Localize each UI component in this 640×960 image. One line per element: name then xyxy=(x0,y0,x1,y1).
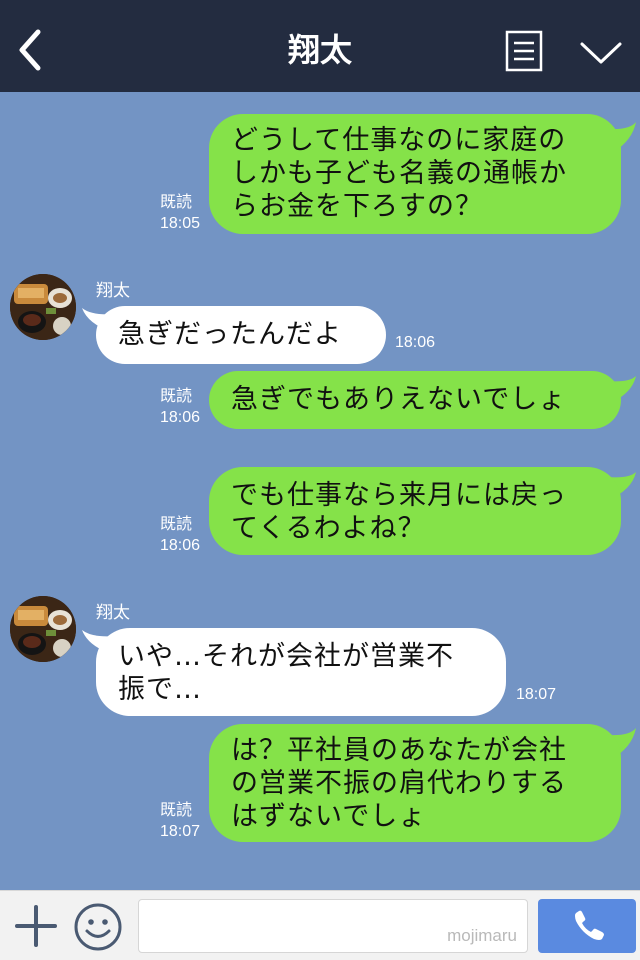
message-time: 18:06 xyxy=(160,537,201,554)
call-button[interactable] xyxy=(538,899,636,953)
message-line: は？平社員のあなたが会社 xyxy=(231,735,567,766)
their-message-bubble[interactable]: 急ぎだったんだよ xyxy=(96,306,386,364)
message-meta: 既読 18:07 xyxy=(160,800,200,842)
food-photo-icon xyxy=(10,274,76,340)
collapse-button[interactable] xyxy=(578,34,624,70)
chat-header: 翔太 xyxy=(0,0,640,92)
sender-name: 翔太 xyxy=(96,281,130,301)
message-time: 18:07 xyxy=(160,823,201,840)
my-message-bubble[interactable]: でも仕事なら来月には戻っ てくるわよね？ xyxy=(209,467,621,555)
message-meta: 既読 18:05 xyxy=(160,192,200,234)
message-input-bar: mojimaru xyxy=(0,890,640,960)
chat-title: 翔太 xyxy=(287,31,352,69)
avatar[interactable] xyxy=(10,274,76,340)
message-line: しかも子ども名義の通帳か xyxy=(231,158,567,189)
read-receipt: 既読 xyxy=(160,802,193,819)
avatar[interactable] xyxy=(10,596,76,662)
message-line: はずないでしょ xyxy=(231,801,427,832)
chat-area[interactable]: 既読 18:05 どうして仕事なのに家庭の しかも子ども名義の通帳か らお金を下… xyxy=(0,92,640,890)
message-time: 18:05 xyxy=(160,215,201,232)
phone-icon xyxy=(575,910,604,940)
chevron-down-icon xyxy=(580,42,622,64)
message-line: らお金を下ろすの？ xyxy=(231,191,483,222)
read-receipt: 既読 xyxy=(160,194,193,211)
read-receipt: 既読 xyxy=(160,516,193,533)
their-message-bubble[interactable]: いや…それが会社が営業不 振で… xyxy=(96,628,506,716)
notes-icon xyxy=(505,30,543,72)
message-line: 急ぎだったんだよ xyxy=(118,319,342,350)
notes-button[interactable] xyxy=(505,30,543,72)
message-time: 18:07 xyxy=(516,686,557,703)
message-line: てくるわよね？ xyxy=(231,513,426,544)
message-line: の営業不振の肩代わりする xyxy=(231,768,567,799)
message-line: いや…それが会社が営業不 xyxy=(118,641,454,672)
message-line: 振で… xyxy=(118,674,202,705)
read-receipt: 既読 xyxy=(160,388,193,405)
message-input[interactable]: mojimaru xyxy=(138,899,528,953)
smiley-icon xyxy=(74,903,122,951)
message-line: どうして仕事なのに家庭の xyxy=(231,125,567,156)
back-button[interactable] xyxy=(8,22,52,78)
message-time: 18:06 xyxy=(395,334,436,351)
watermark-text: mojimaru xyxy=(447,926,517,945)
food-photo-icon xyxy=(10,596,76,662)
emoji-button[interactable] xyxy=(73,902,123,952)
add-button[interactable] xyxy=(14,903,58,949)
message-meta: 既読 18:06 xyxy=(160,514,200,556)
message-line: 急ぎでもありえないでしょ xyxy=(231,384,567,415)
my-message-bubble[interactable]: 急ぎでもありえないでしょ xyxy=(209,371,621,429)
plus-icon xyxy=(15,905,57,947)
message-meta: 既読 18:06 xyxy=(160,386,200,428)
message-time: 18:06 xyxy=(160,409,201,426)
sender-name: 翔太 xyxy=(96,603,130,623)
my-message-bubble[interactable]: どうして仕事なのに家庭の しかも子ども名義の通帳か らお金を下ろすの？ xyxy=(209,114,621,234)
message-line: でも仕事なら来月には戻っ xyxy=(231,480,567,511)
chevron-left-icon xyxy=(19,29,41,71)
my-message-bubble[interactable]: は？平社員のあなたが会社 の営業不振の肩代わりする はずないでしょ xyxy=(209,724,621,842)
